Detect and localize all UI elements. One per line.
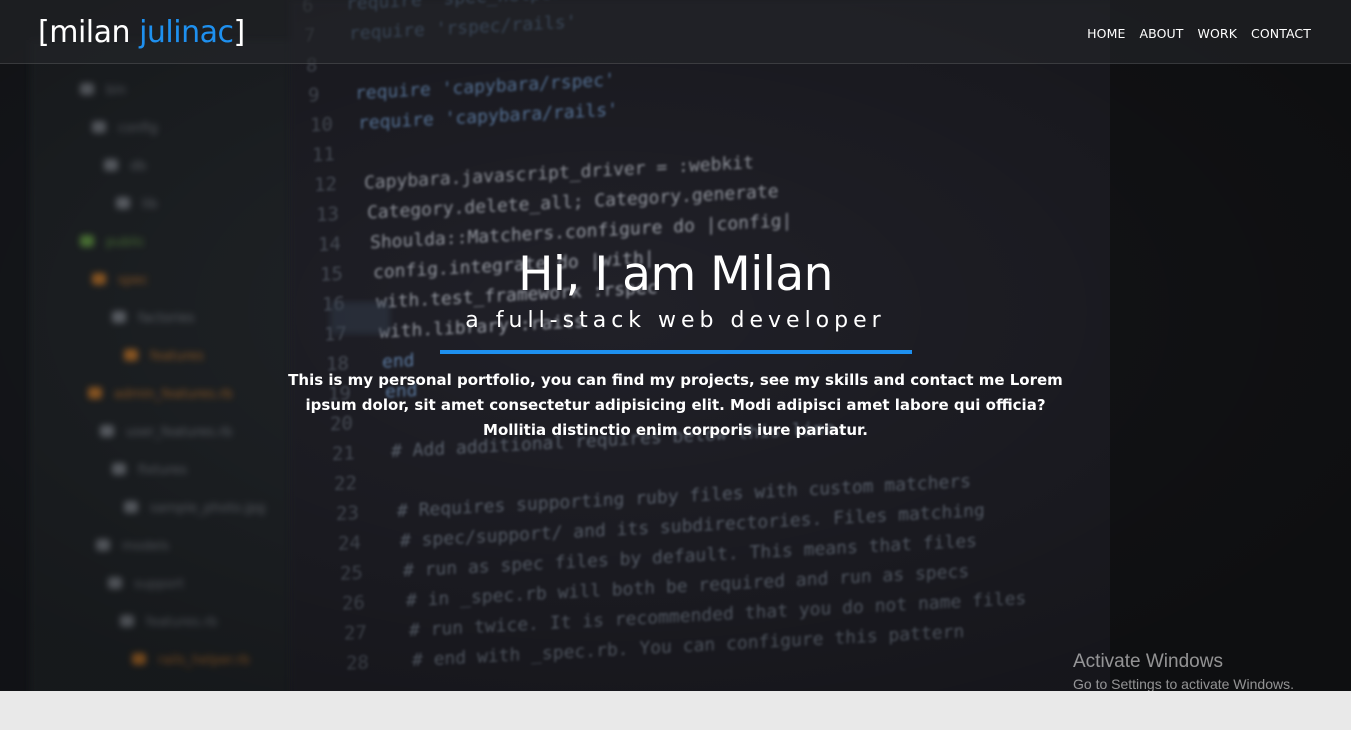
watermark-subtitle: Go to Settings to activate Windows. bbox=[1073, 676, 1294, 691]
nav-link-work[interactable]: WORK bbox=[1198, 25, 1237, 43]
hero-divider bbox=[439, 350, 912, 354]
logo-last-name: julinac bbox=[139, 15, 234, 50]
hero-content: Hi, I am Milan a full-stack web develope… bbox=[0, 244, 1351, 443]
nav-link-contact[interactable]: CONTACT bbox=[1251, 25, 1311, 43]
logo-first-name: milan bbox=[49, 15, 131, 50]
windows-activation-watermark: Activate Windows Go to Settings to activ… bbox=[1073, 650, 1294, 691]
navbar: [milan julinac] HOME ABOUT WORK CONTACT bbox=[0, 0, 1351, 64]
nav-menu: HOME ABOUT WORK CONTACT bbox=[1087, 25, 1311, 43]
hero-subtitle: a full-stack web developer bbox=[465, 308, 886, 333]
logo-close-bracket: ] bbox=[233, 15, 245, 50]
nav-link-about[interactable]: ABOUT bbox=[1140, 25, 1184, 43]
logo-open-bracket: [ bbox=[38, 15, 50, 50]
page-footer-strip bbox=[0, 691, 1351, 730]
hero-section: binconfigdblibpublicspecfactoriesfeature… bbox=[0, 0, 1351, 691]
site-logo[interactable]: [milan julinac] bbox=[38, 13, 245, 53]
hero-description: This is my personal portfolio, you can f… bbox=[288, 371, 1063, 439]
hero-title: Hi, I am Milan bbox=[518, 247, 833, 302]
watermark-title: Activate Windows bbox=[1073, 651, 1223, 672]
nav-link-home[interactable]: HOME bbox=[1087, 25, 1125, 43]
